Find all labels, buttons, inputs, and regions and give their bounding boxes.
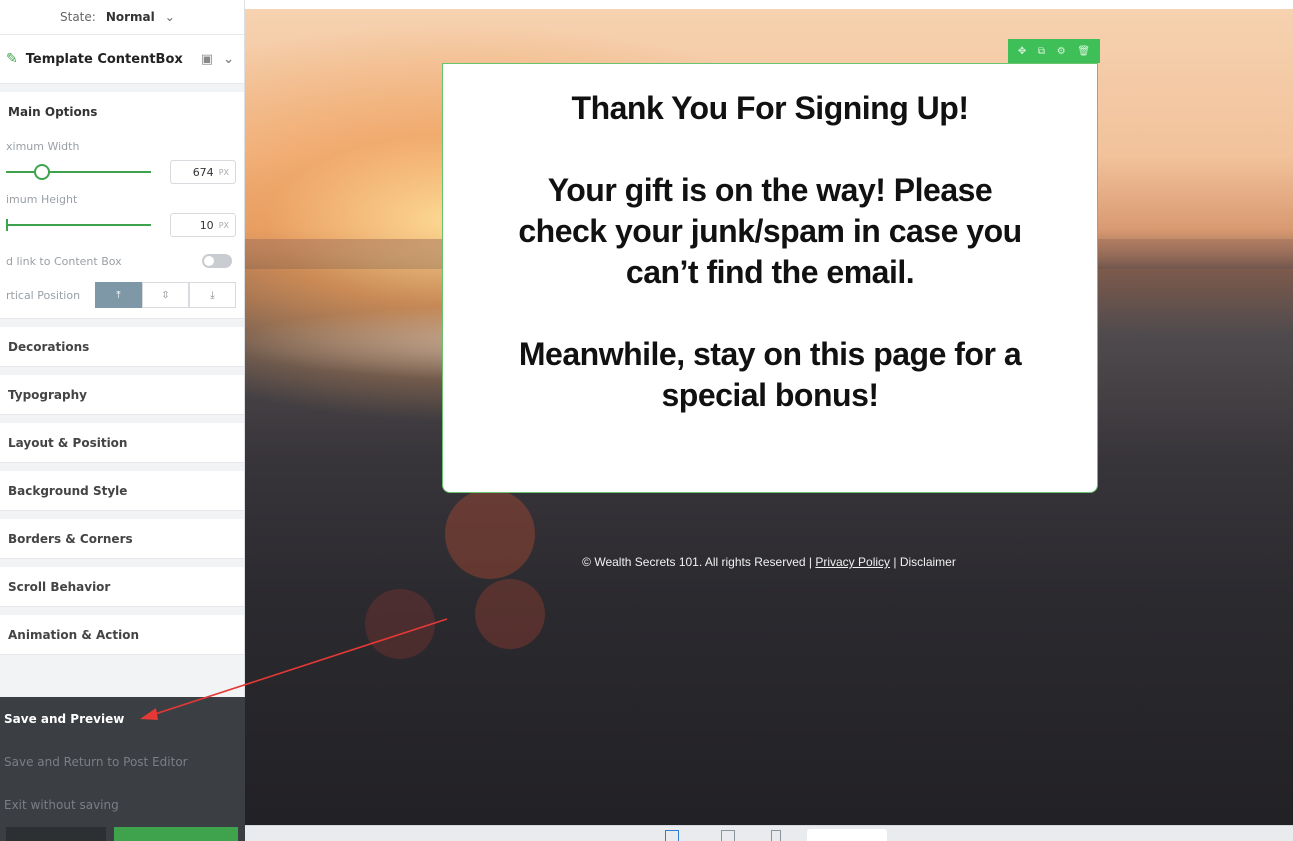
max-width-input[interactable]: 674 PX bbox=[170, 160, 236, 184]
move-icon[interactable]: ✥ bbox=[1018, 46, 1026, 57]
link-content-box-label: d link to Content Box bbox=[6, 254, 122, 268]
pencil-icon: ✎ bbox=[6, 51, 18, 67]
cancel-button[interactable] bbox=[6, 827, 106, 841]
device-preview-bar bbox=[245, 825, 1293, 841]
section-layout-position[interactable]: Layout & Position bbox=[0, 423, 244, 463]
exit-without-saving-button[interactable]: Exit without saving bbox=[0, 783, 245, 826]
main-options-header[interactable]: Main Options bbox=[0, 92, 244, 132]
desktop-icon[interactable] bbox=[665, 830, 679, 841]
chevron-down-icon[interactable]: ⌄ bbox=[165, 10, 175, 24]
template-header: ✎ Template ContentBox ▣ ⌄ bbox=[0, 34, 244, 84]
save-button[interactable] bbox=[114, 827, 238, 841]
page-footer: © Wealth Secrets 101. All rights Reserve… bbox=[245, 555, 1293, 569]
max-width-value[interactable]: 674 bbox=[193, 166, 214, 179]
copyright-text: © Wealth Secrets 101. All rights Reserve… bbox=[582, 555, 816, 569]
privacy-policy-link[interactable]: Privacy Policy bbox=[815, 555, 890, 569]
save-menu: Save and Preview Save and Return to Post… bbox=[0, 697, 245, 841]
align-middle-icon[interactable]: ⇳ bbox=[142, 282, 189, 308]
content-box-toolbar: ✥ ⧉ ⚙ 🗑 bbox=[1008, 39, 1100, 63]
section-animation-action[interactable]: Animation & Action bbox=[0, 615, 244, 655]
section-scroll-behavior[interactable]: Scroll Behavior bbox=[0, 567, 244, 607]
message-line: Your gift is on the way! Please bbox=[547, 172, 993, 208]
min-height-slider[interactable] bbox=[6, 215, 151, 235]
template-title: Template ContentBox bbox=[25, 51, 183, 67]
message-line: special bonus! bbox=[661, 377, 879, 413]
message-line: can’t find the email. bbox=[625, 254, 915, 290]
tablet-icon[interactable] bbox=[721, 830, 735, 841]
message-line: Meanwhile, stay on this page for a bbox=[518, 336, 1022, 372]
min-height-label: imum Height bbox=[6, 193, 78, 206]
align-top-icon[interactable]: ⤒ bbox=[95, 282, 142, 308]
section-borders-corners[interactable]: Borders & Corners bbox=[0, 519, 244, 559]
save-and-return-button[interactable]: Save and Return to Post Editor bbox=[0, 740, 245, 783]
chevron-down-icon[interactable]: ⌄ bbox=[223, 52, 234, 67]
state-selector[interactable]: State: Normal ⌄ bbox=[0, 0, 244, 34]
section-background-style[interactable]: Background Style bbox=[0, 471, 244, 511]
template-options-icon[interactable]: ▣ bbox=[201, 52, 213, 67]
state-value[interactable]: Normal bbox=[106, 10, 155, 24]
slider-handle[interactable] bbox=[34, 164, 50, 180]
duplicate-icon[interactable]: ⧉ bbox=[1038, 46, 1045, 57]
state-label: State: bbox=[60, 10, 96, 24]
vertical-position-label: rtical Position bbox=[6, 288, 81, 302]
mobile-icon[interactable] bbox=[771, 830, 781, 841]
section-typography[interactable]: Typography bbox=[0, 375, 244, 415]
content-box[interactable]: Thank You For Signing Up! Your gift is o… bbox=[442, 63, 1098, 493]
min-height-input[interactable]: 10 PX bbox=[170, 213, 236, 237]
save-and-preview-button[interactable]: Save and Preview bbox=[0, 697, 245, 740]
unit-label: PX bbox=[218, 220, 229, 230]
slider-handle[interactable] bbox=[6, 219, 8, 231]
page-canvas[interactable]: ✥ ⧉ ⚙ 🗑 Thank You For Signing Up! Your g… bbox=[245, 9, 1293, 825]
min-height-value[interactable]: 10 bbox=[200, 219, 214, 232]
max-width-slider[interactable] bbox=[6, 162, 151, 182]
preview-dropdown[interactable] bbox=[807, 829, 887, 841]
heading-line: Thank You For Signing Up! bbox=[571, 90, 969, 126]
max-width-label: ximum Width bbox=[6, 140, 80, 153]
footer-separator: | bbox=[890, 555, 900, 569]
unit-label: PX bbox=[218, 167, 229, 177]
message-line: check your junk/spam in case you bbox=[518, 213, 1022, 249]
disclaimer-link[interactable]: Disclaimer bbox=[900, 555, 956, 569]
align-bottom-icon[interactable]: ⤓ bbox=[189, 282, 236, 308]
section-decorations[interactable]: Decorations bbox=[0, 327, 244, 367]
delete-icon[interactable]: 🗑 bbox=[1077, 46, 1090, 57]
main-options-panel: Main Options ximum Width 674 PX imum Hei… bbox=[0, 92, 244, 319]
settings-icon[interactable]: ⚙ bbox=[1057, 46, 1066, 57]
link-content-box-toggle[interactable] bbox=[202, 254, 232, 268]
